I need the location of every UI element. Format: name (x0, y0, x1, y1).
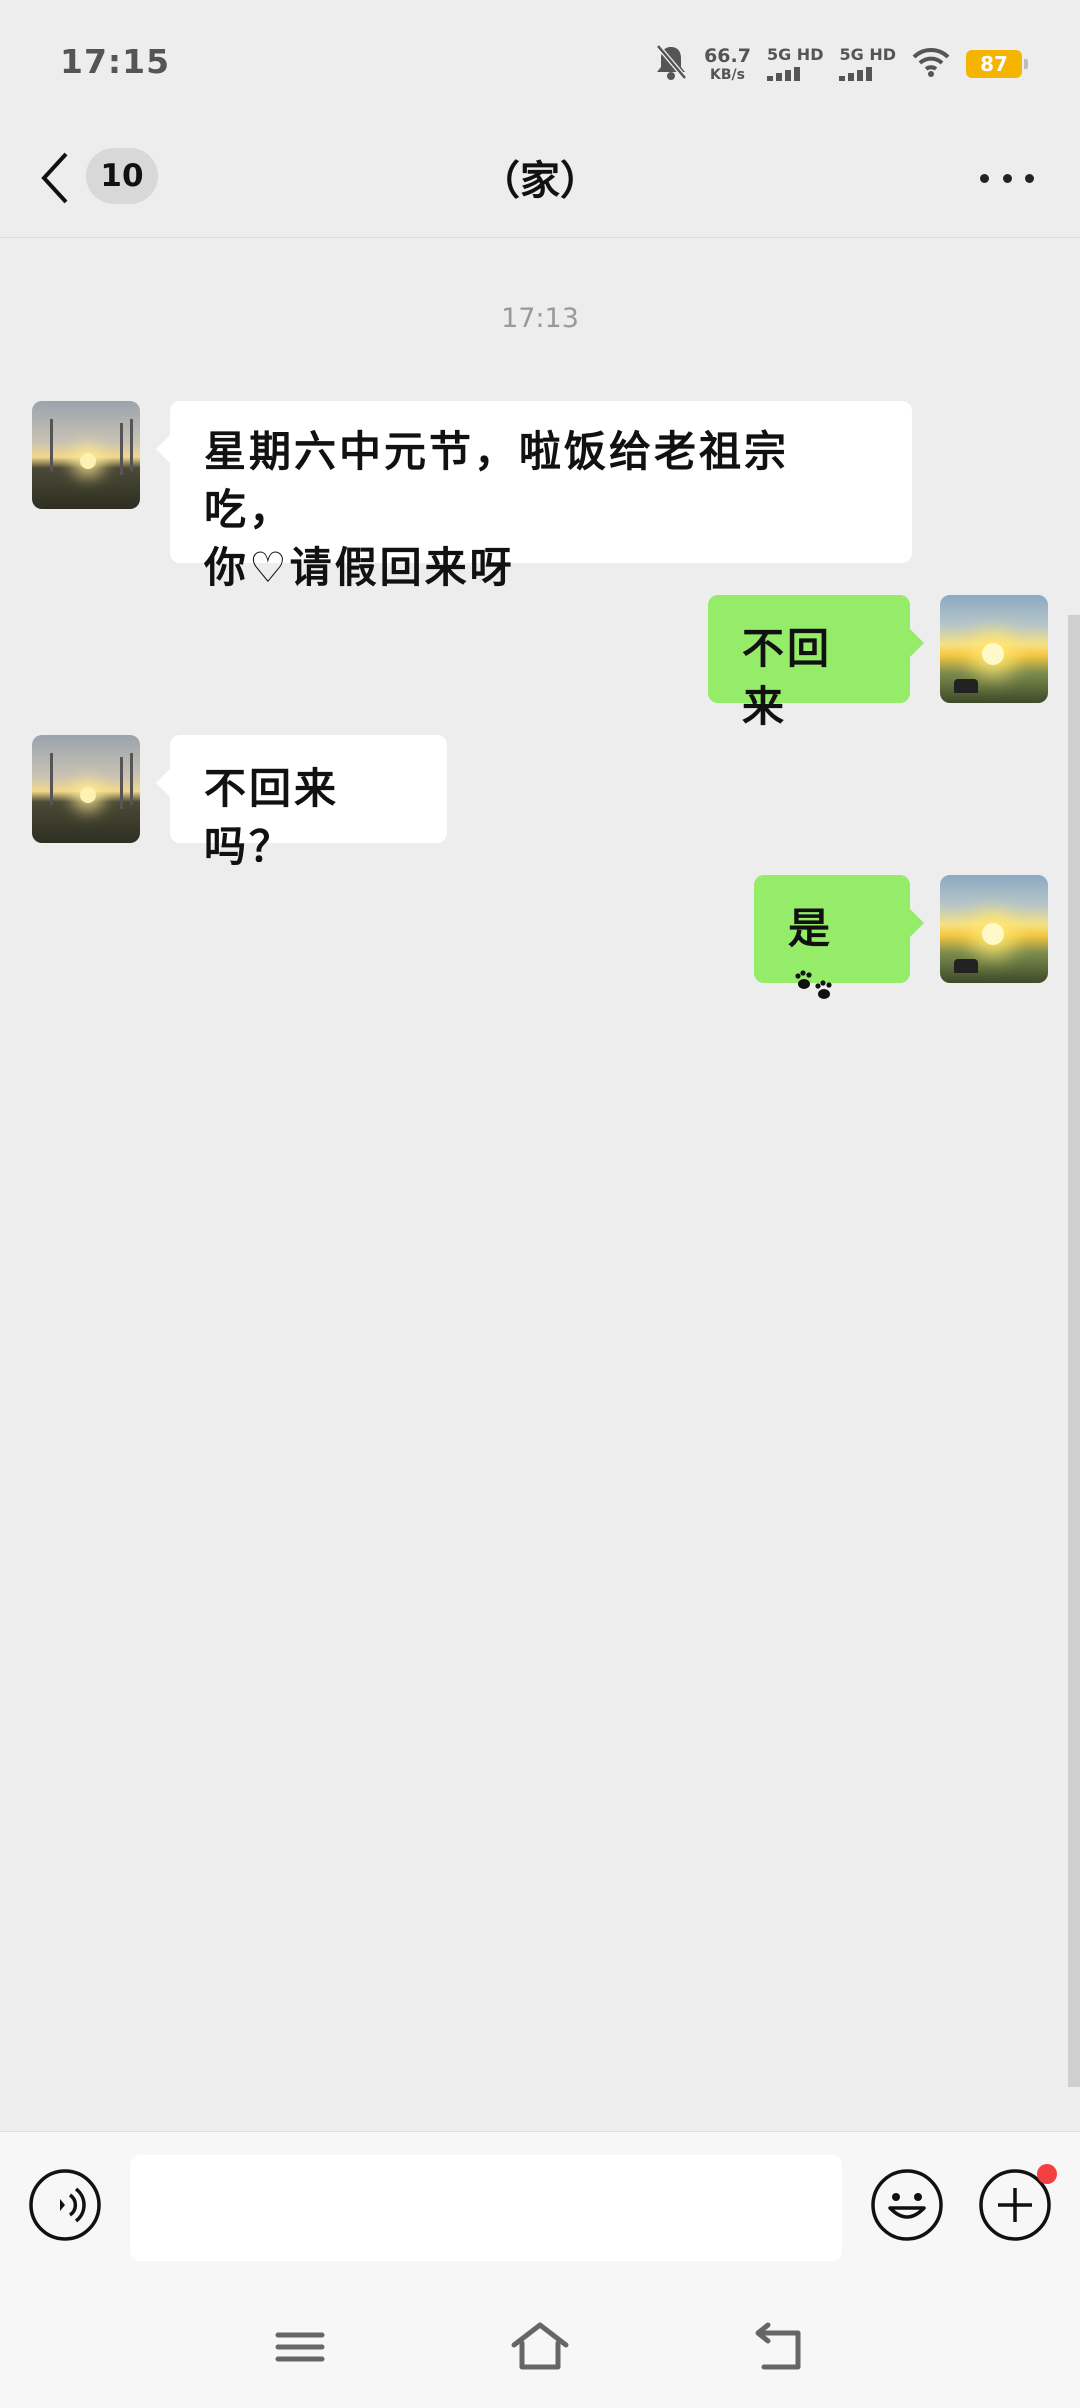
status-icons: 66.7 KB/s 5G HD 5G HD 87 (654, 40, 1028, 88)
message-text: 是 (788, 904, 834, 953)
network-speed: 66.7 KB/s (704, 44, 751, 83)
sim1-label: 5G HD (766, 45, 824, 64)
message-input[interactable] (130, 2155, 842, 2261)
status-bar: 17:15 66.7 KB/s 5G HD 5G HD 87 (0, 0, 1080, 128)
chat-header: 10 （家） (0, 128, 1080, 238)
input-bar (0, 2131, 1080, 2281)
voice-icon[interactable] (28, 2168, 102, 2242)
contact-avatar[interactable] (32, 735, 140, 843)
my-avatar[interactable] (940, 875, 1048, 983)
message-bubble-outgoing[interactable]: 是 (754, 875, 924, 999)
message-text: 星期六中元节，啦饭给老祖宗吃， 你♡请假回来呀 (204, 427, 790, 592)
home-icon[interactable] (510, 2317, 570, 2377)
system-navigation-bar (0, 2281, 1080, 2408)
more-dots-icon[interactable] (980, 168, 1034, 188)
battery-icon: 87 (966, 50, 1028, 78)
message-bubble-incoming[interactable]: 不回来吗？ (156, 735, 447, 871)
my-avatar[interactable] (940, 595, 1048, 703)
scrollbar[interactable] (1068, 615, 1080, 2087)
bell-muted-icon (654, 43, 688, 85)
message-bubble-incoming[interactable]: 星期六中元节，啦饭给老祖宗吃， 你♡请假回来呀 (156, 401, 912, 592)
chat-screen: 17:15 66.7 KB/s 5G HD 5G HD 87 10 （家） 17… (0, 0, 1080, 2408)
message-text: 不回来吗？ (204, 764, 340, 871)
message-list[interactable]: 17:13 星期六中元节，啦饭给老祖宗吃， 你♡请假回来呀 不回来 不回来吗？ … (0, 239, 1080, 2131)
chat-title: （家） (480, 158, 600, 204)
sim2-label: 5G HD (839, 45, 896, 64)
notification-dot (1037, 2164, 1057, 2184)
message-bubble-outgoing[interactable]: 不回来 (708, 595, 924, 731)
signal-icon: 5G HD (766, 45, 824, 81)
message-text: 不回来 (742, 624, 833, 731)
network-speed-value: 66.7 (704, 44, 751, 67)
paw-prints-icon (792, 961, 838, 1019)
status-time: 17:15 (60, 42, 171, 81)
wifi-icon (912, 47, 950, 81)
back-icon[interactable] (752, 2317, 812, 2377)
menu-icon[interactable] (270, 2317, 330, 2377)
emoji-icon[interactable] (870, 2168, 944, 2242)
network-speed-unit: KB/s (710, 66, 745, 83)
time-divider: 17:13 (501, 303, 579, 334)
contact-avatar[interactable] (32, 401, 140, 509)
signal-icon: 5G HD (839, 47, 896, 81)
